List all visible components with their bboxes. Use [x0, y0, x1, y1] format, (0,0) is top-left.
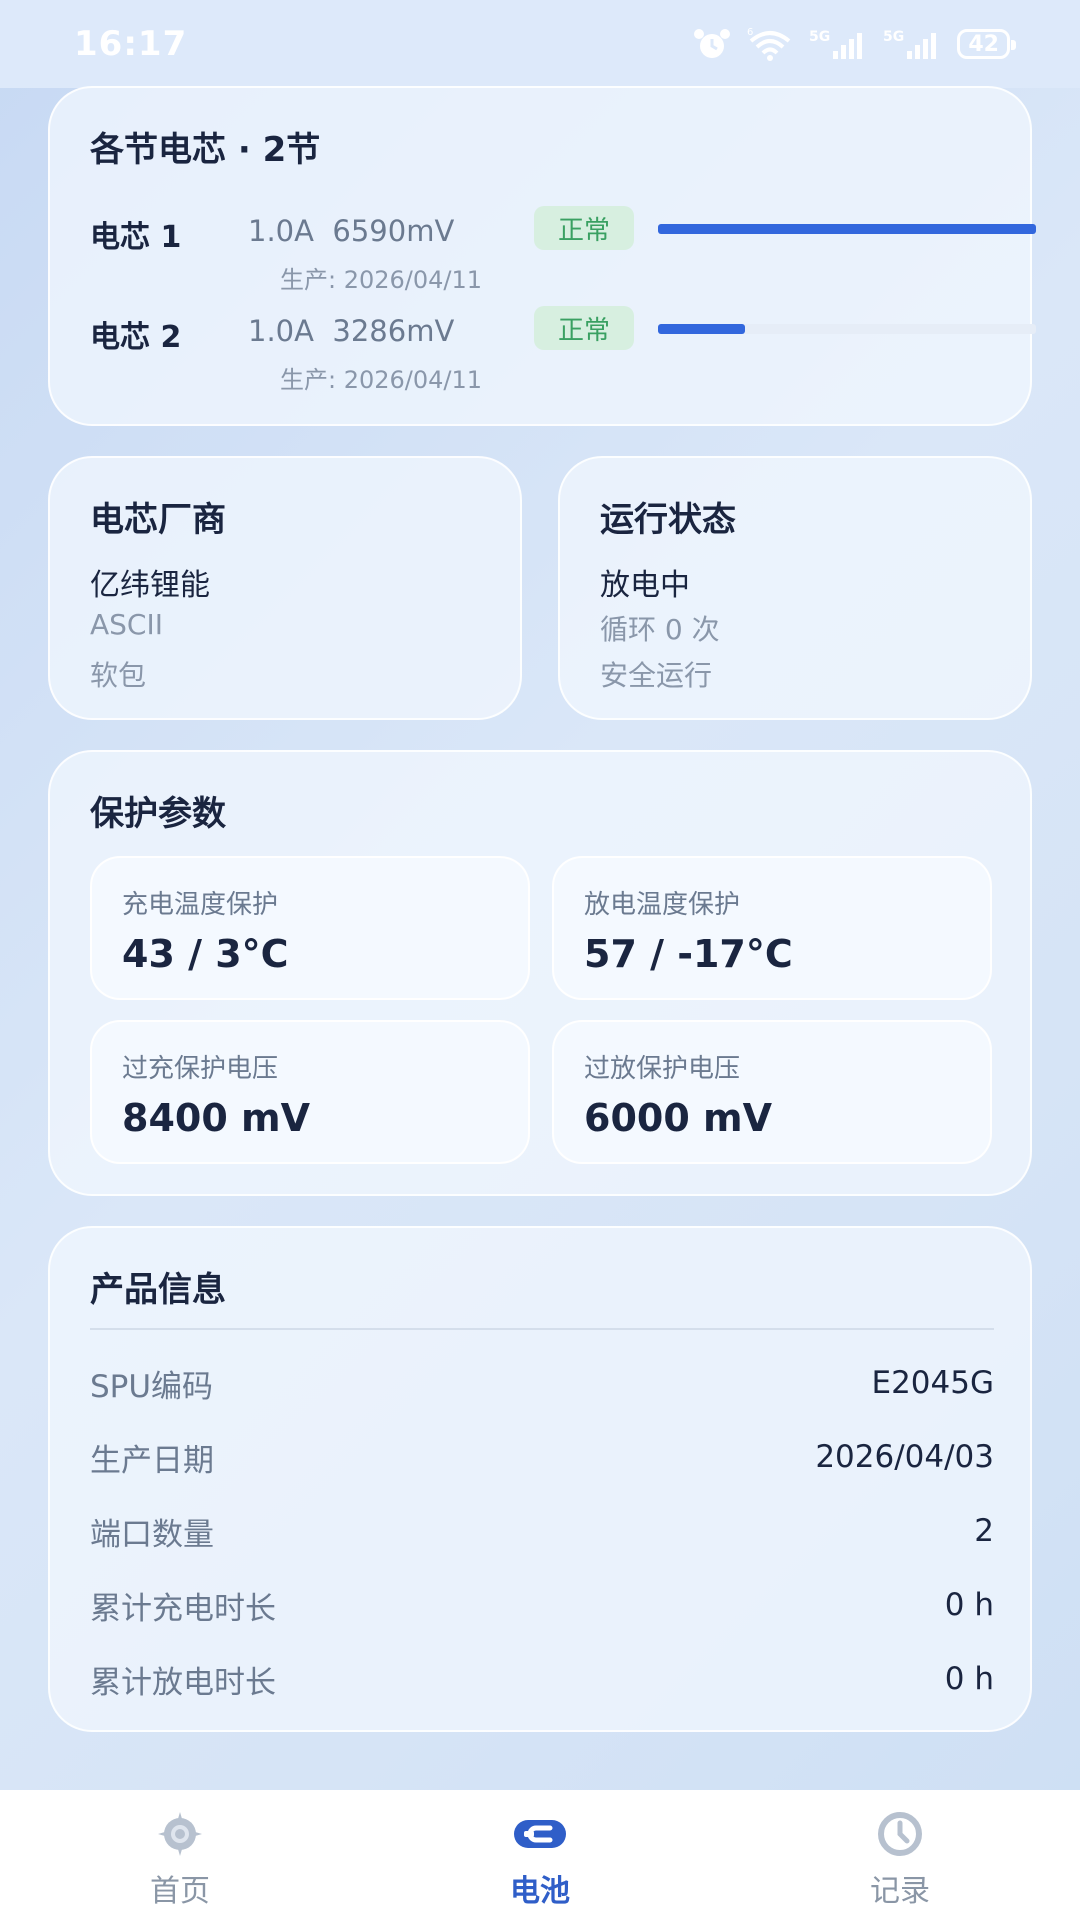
- param-label: 充电温度保护: [122, 890, 279, 920]
- nav-records[interactable]: 记录: [720, 1790, 1080, 1920]
- vendor-code: ASCII: [90, 608, 163, 641]
- charge-temp-protection: 充电温度保护 43 / 3°C: [90, 856, 530, 1000]
- cell-production-date: 生产: 2026/04/11: [280, 266, 483, 294]
- cells-title: 各节电芯 · 2节: [90, 130, 321, 170]
- param-label: 放电温度保护: [584, 890, 741, 920]
- run-state-title: 运行状态: [600, 500, 736, 540]
- protection-title: 保护参数: [90, 794, 226, 834]
- param-label: 过放保护电压: [584, 1054, 741, 1084]
- cell-row: 电芯 2 1.0A 3286mV 正常 生产: 2026/04/11: [90, 306, 1036, 402]
- info-value: 2026/04/03: [815, 1439, 994, 1475]
- product-title: 产品信息: [90, 1270, 226, 1310]
- svg-text:5G: 5G: [883, 29, 904, 45]
- svg-text:6: 6: [747, 27, 753, 38]
- info-value: 0 h: [944, 1587, 994, 1623]
- nav-label: 记录: [870, 1874, 930, 1909]
- nav-battery[interactable]: 电池: [360, 1790, 720, 1920]
- cycle-count: 循环 0 次: [600, 613, 720, 646]
- alarm-icon: [693, 27, 731, 61]
- home-compass-icon: [152, 1810, 208, 1862]
- info-label: 端口数量: [90, 1516, 214, 1553]
- battery-icon: 42: [957, 29, 1016, 59]
- vendor-title: 电芯厂商: [90, 500, 226, 540]
- bottom-nav: 首页 电池 记录: [0, 1790, 1080, 1920]
- info-row-production-date: 生产日期 2026/04/03: [90, 1432, 994, 1482]
- info-value: E2045G: [871, 1365, 994, 1401]
- cell-name: 电芯 1: [90, 220, 182, 255]
- info-row-discharge-time: 累计放电时长 0 h: [90, 1654, 994, 1704]
- nav-home[interactable]: 首页: [0, 1790, 360, 1920]
- cells-card: 各节电芯 · 2节 电芯 1 1.0A 6590mV 正常 生产: 2026/0…: [48, 86, 1036, 426]
- param-value: 8400 mV: [122, 1096, 310, 1140]
- battery-plug-icon: [510, 1810, 570, 1862]
- signal-5g-icon: 5G: [809, 27, 867, 61]
- run-state-card: 运行状态 放电中 循环 0 次 安全运行: [558, 456, 1032, 720]
- cell-name: 电芯 2: [90, 320, 182, 355]
- signal-5g-icon: 5G: [883, 27, 941, 61]
- safety-status: 安全运行: [600, 659, 713, 692]
- divider: [90, 1328, 994, 1330]
- run-state-value: 放电中: [600, 568, 690, 603]
- protection-card: 保护参数 充电温度保护 43 / 3°C 放电温度保护 57 / -17°C 过…: [48, 750, 1032, 1196]
- cell-stats: 1.0A 6590mV: [248, 214, 455, 248]
- cell-level-bar: [658, 224, 1036, 234]
- info-row-port-count: 端口数量 2: [90, 1506, 994, 1556]
- overcharge-voltage: 过充保护电压 8400 mV: [90, 1020, 530, 1164]
- info-label: 累计充电时长: [90, 1590, 276, 1627]
- svg-text:5G: 5G: [809, 29, 830, 45]
- param-value: 6000 mV: [584, 1096, 772, 1140]
- cell-level-fill: [658, 324, 745, 334]
- status-icons: 6 5G 5G 42: [693, 27, 1016, 61]
- info-label: 生产日期: [90, 1442, 214, 1479]
- status-badge: 正常: [534, 206, 634, 250]
- status-time: 16:17: [74, 24, 188, 64]
- clock-icon: [872, 1810, 928, 1862]
- cell-row: 电芯 1 1.0A 6590mV 正常 生产: 2026/04/11: [90, 206, 1036, 302]
- status-bar: 16:17 6 5G 5G 42: [0, 0, 1080, 88]
- overdischarge-voltage: 过放保护电压 6000 mV: [552, 1020, 992, 1164]
- info-label: 累计放电时长: [90, 1664, 276, 1701]
- vendor-card: 电芯厂商 亿纬锂能 ASCII 软包: [48, 456, 522, 720]
- cell-production-date: 生产: 2026/04/11: [280, 366, 483, 394]
- wifi-icon: 6: [747, 27, 793, 61]
- product-info-card: 产品信息 SPU编码 E2045G 生产日期 2026/04/03 端口数量 2…: [48, 1226, 1032, 1732]
- vendor-name: 亿纬锂能: [90, 568, 210, 603]
- vendor-package: 软包: [90, 659, 147, 692]
- nav-label: 电池: [510, 1874, 570, 1909]
- param-label: 过充保护电压: [122, 1054, 279, 1084]
- info-label: SPU编码: [90, 1368, 214, 1405]
- info-value: 0 h: [944, 1661, 994, 1697]
- cell-level-fill: [658, 224, 1036, 234]
- discharge-temp-protection: 放电温度保护 57 / -17°C: [552, 856, 992, 1000]
- status-badge: 正常: [534, 306, 634, 350]
- info-value: 2: [974, 1513, 994, 1549]
- param-value: 43 / 3°C: [122, 932, 289, 976]
- param-value: 57 / -17°C: [584, 932, 793, 976]
- info-row-charge-time: 累计充电时长 0 h: [90, 1580, 994, 1630]
- nav-label: 首页: [150, 1874, 210, 1909]
- info-row-spu: SPU编码 E2045G: [90, 1358, 994, 1408]
- cell-stats: 1.0A 3286mV: [248, 314, 455, 348]
- cell-level-bar: [658, 324, 1036, 334]
